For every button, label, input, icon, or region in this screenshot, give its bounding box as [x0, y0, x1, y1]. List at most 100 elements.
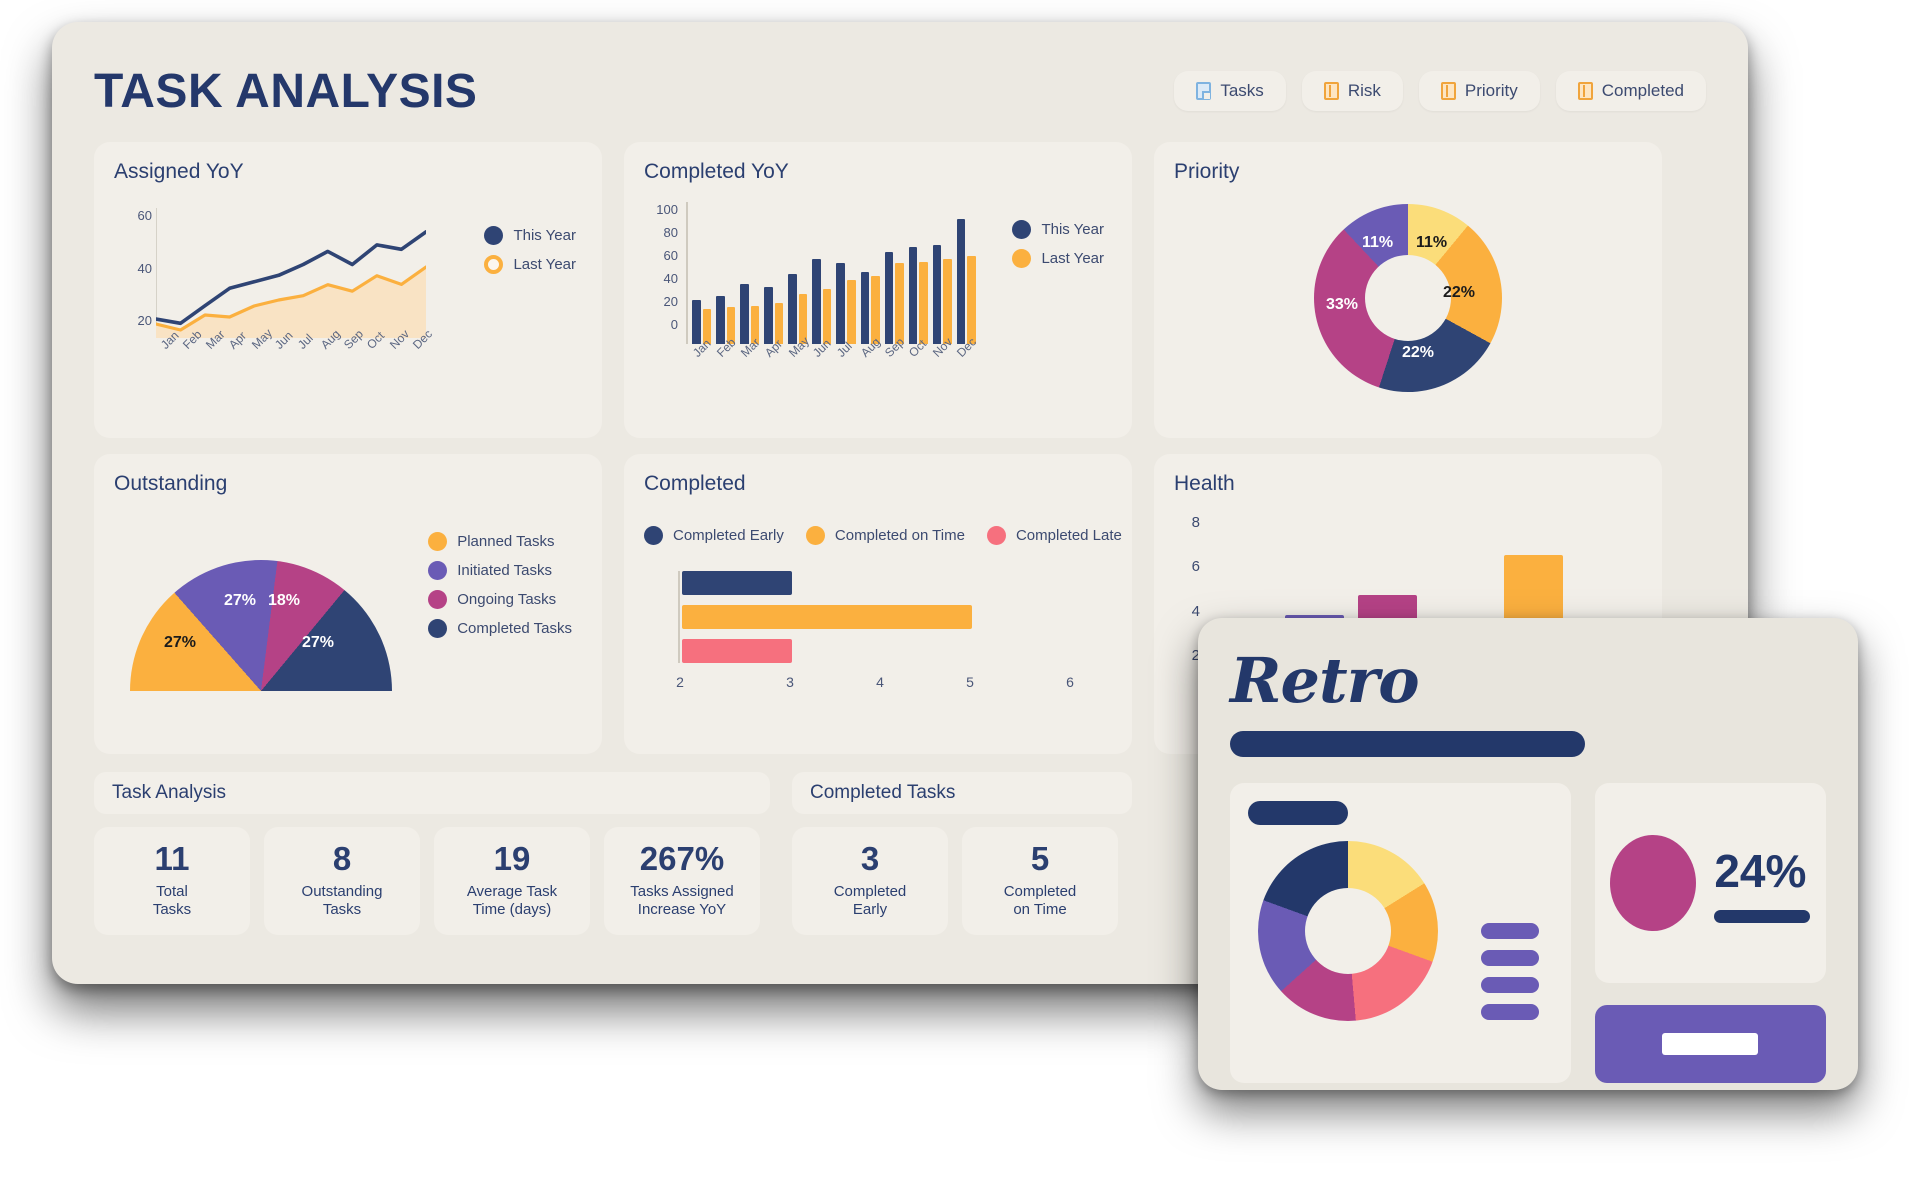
nav-button-risk[interactable]: Risk — [1301, 71, 1403, 111]
kpi-label-line2: on Time — [1013, 901, 1067, 919]
retro-legend-line — [1480, 1004, 1539, 1020]
legend-item-initiated-tasks[interactable]: Initiated Tasks — [428, 561, 572, 580]
kpi-label-line1: Tasks Assigned — [630, 882, 734, 900]
bar — [895, 263, 904, 344]
y-tick: 80 — [663, 225, 678, 240]
retro-stat-text: 24% — [1714, 844, 1811, 923]
retro-cta-label-placeholder — [1662, 1033, 1759, 1055]
y-tick: 4 — [1191, 602, 1200, 620]
kpi-section-title: Completed Tasks — [792, 772, 1132, 814]
y-tick: 60 — [663, 248, 678, 263]
y-tick: 60 — [137, 208, 152, 223]
legend-item-ongoing-tasks[interactable]: Ongoing Tasks — [428, 590, 572, 609]
book-icon — [1323, 82, 1339, 100]
kpi-label-line2: Increase YoY — [637, 901, 727, 919]
bar-group — [740, 202, 760, 344]
bar — [692, 299, 701, 344]
kpi-card-tasks-assigned-increase[interactable]: 267% Tasks Assigned Increase YoY — [604, 827, 760, 935]
y-tick: 20 — [137, 313, 152, 328]
legend-item-completed-late[interactable]: Completed Late — [986, 526, 1122, 545]
kpi-card-total-tasks[interactable]: 11 Total Tasks — [94, 827, 250, 935]
bar-group — [932, 202, 952, 344]
panel-completed-yoy: Completed YoY 100 80 60 40 20 0 Jan Feb — [624, 142, 1132, 438]
x-tick: 3 — [786, 674, 794, 690]
legend-item-planned-tasks[interactable]: Planned Tasks — [428, 532, 572, 551]
retro-underline — [1714, 909, 1811, 923]
nav-button-priority[interactable]: Priority — [1418, 71, 1540, 111]
kpi-value: 8 — [332, 839, 352, 877]
panel-outstanding: Outstanding 27% 27% 18% 27% Planned Task… — [94, 454, 602, 754]
priority-donut-chart: 11% 22% 22% 33% 11% — [1174, 190, 1642, 406]
hbar-completed-on-time — [682, 605, 972, 629]
assigned-yoy-chart: 60 40 20 Jan Feb Mar Apr May Jun Jul Aug… — [114, 190, 582, 390]
panel-title: Priority — [1174, 160, 1240, 183]
retro-legend-line — [1480, 977, 1539, 993]
legend-dot-icon — [644, 526, 663, 545]
kpi-label-line1: Average Task — [466, 882, 558, 900]
legend-label: Completed Tasks — [457, 620, 572, 637]
legend-item-completed-tasks[interactable]: Completed Tasks — [428, 619, 572, 638]
kpi-card-completed-on-time[interactable]: 5 Completed on Time — [962, 827, 1118, 935]
kpi-card-completed-early[interactable]: 3 Completed Early — [792, 827, 948, 935]
kpi-card-average-task-time[interactable]: 19 Average Task Time (days) — [434, 827, 590, 935]
retro-donut-chart — [1258, 841, 1438, 1021]
legend-label: Completed on Time — [834, 527, 965, 544]
bar — [956, 219, 966, 344]
donut-label: 22% — [1443, 284, 1476, 301]
kpi-label-line1: Outstanding — [301, 882, 383, 900]
legend-item-completed-on-time[interactable]: Completed on Time — [805, 526, 965, 545]
y-tick: 40 — [663, 271, 678, 286]
outstanding-semicircle-chart: 27% 27% 18% 27% Planned Tasks Initiated … — [114, 502, 582, 708]
completed-bar-plot: 2 3 4 5 6 — [644, 571, 1112, 695]
semicircle-slices — [130, 560, 392, 691]
y-tick: 40 — [137, 260, 152, 276]
bar — [860, 271, 870, 344]
legend-item-this-year[interactable]: This Year — [484, 226, 576, 245]
retro-legend-placeholder — [1480, 923, 1539, 1020]
y-tick: 0 — [670, 317, 678, 332]
kpi-label-line2: Tasks — [322, 901, 362, 919]
nav-button-tasks[interactable]: Tasks — [1174, 71, 1286, 111]
donut-label: 33% — [1326, 296, 1359, 313]
retro-stat-circle-icon — [1610, 835, 1697, 931]
retro-cta-button[interactable] — [1594, 1005, 1826, 1083]
nav-label: Risk — [1347, 81, 1381, 100]
y-axis-labels: 60 40 20 — [118, 208, 152, 328]
hbar-completed-early — [682, 571, 792, 595]
kpi-label-line2: Tasks — [152, 901, 192, 919]
kpi-label: Outstanding Tasks — [302, 883, 383, 921]
bar-group — [860, 202, 880, 344]
line-plot-area — [156, 208, 426, 338]
kpi-card-outstanding-tasks[interactable]: 8 Outstanding Tasks — [264, 827, 420, 935]
panel-title: Health — [1174, 472, 1235, 495]
x-axis-month-labels: Jan Feb Mar Apr May Jun Jul Aug Sep Oct … — [688, 334, 979, 392]
legend-label: Planned Tasks — [457, 533, 555, 550]
legend-item-last-year[interactable]: Last Year — [1012, 249, 1104, 268]
slice-label: 18% — [268, 592, 301, 609]
legend-dot-icon — [986, 526, 1006, 545]
legend-item-completed-early[interactable]: Completed Early — [644, 526, 784, 545]
nav-button-completed[interactable]: Completed — [1555, 71, 1706, 111]
kpi-label-line1: Total — [156, 882, 188, 900]
donut-label: 11% — [1416, 234, 1448, 251]
bar — [788, 274, 797, 344]
nav-label: Completed — [1601, 81, 1684, 100]
x-tick: 2 — [676, 674, 684, 690]
kpi-label-line1: Completed — [1003, 882, 1077, 900]
legend-item-this-year[interactable]: This Year — [1012, 220, 1104, 239]
x-tick: 4 — [876, 674, 884, 690]
retro-legend-line — [1480, 923, 1539, 939]
legend-item-last-year[interactable]: Last Year — [484, 255, 576, 274]
panel-completed: Completed Completed Early Completed on T… — [624, 454, 1132, 754]
bar — [967, 255, 976, 344]
bar-group — [836, 202, 856, 344]
nav-label: Tasks — [1220, 81, 1264, 100]
kpi-label: Completed on Time — [1004, 883, 1077, 921]
legend-label: This Year — [1041, 221, 1104, 238]
retro-body: 24% — [1230, 783, 1826, 1083]
retro-header-bar — [1230, 731, 1585, 757]
retro-right-column: 24% — [1594, 783, 1826, 1083]
slice-label: 27% — [224, 592, 257, 609]
bar — [943, 258, 952, 344]
legend-dot-icon — [428, 561, 448, 580]
